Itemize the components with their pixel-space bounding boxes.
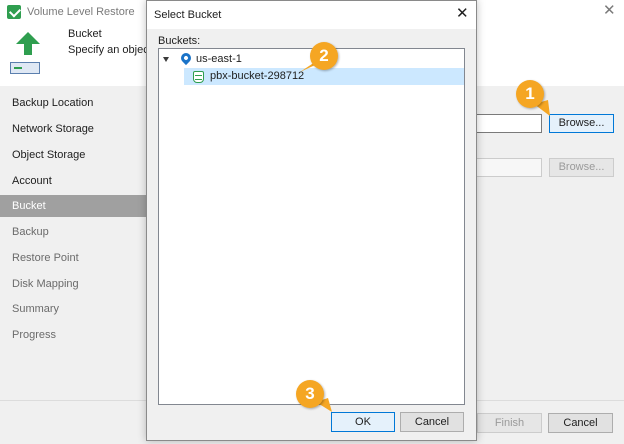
nav-item-backup-location[interactable]: Backup Location (0, 92, 147, 114)
buckets-label: Buckets: (158, 35, 201, 47)
folder-field (470, 158, 542, 177)
step-title: Bucket (68, 28, 102, 40)
restore-icon (7, 5, 21, 19)
nav-item-restore-point: Restore Point (12, 252, 79, 264)
buckets-tree[interactable]: us-east-1 pbx-bucket-298712 (158, 48, 465, 405)
bucket-field[interactable] (470, 114, 542, 133)
nav-item-object-storage[interactable]: Object Storage (0, 144, 147, 166)
browse-button[interactable]: Browse... (549, 114, 614, 133)
tree-node-region[interactable]: us-east-1 (159, 50, 459, 68)
close-icon[interactable]: ✕ (603, 3, 616, 19)
dialog-title: Select Bucket (154, 9, 222, 21)
dialog-cancel-button[interactable]: Cancel (400, 412, 464, 432)
location-pin-icon (178, 50, 194, 66)
nav-item-bucket[interactable]: Bucket (0, 195, 147, 217)
nav-item-account[interactable]: Account (0, 170, 147, 192)
nav-item-disk-mapping: Disk Mapping (12, 278, 79, 290)
nav-item-progress: Progress (12, 329, 57, 341)
dialog-titlebar: Select Bucket ✕ (147, 1, 476, 29)
bucket-icon (193, 71, 204, 83)
marker-1: 1 (516, 80, 544, 108)
browse-folder-button: Browse... (549, 158, 614, 177)
marker-3: 3 (296, 380, 324, 408)
region-label: us-east-1 (196, 53, 242, 65)
wizard-cancel-button[interactable]: Cancel (548, 413, 613, 433)
ok-button[interactable]: OK (331, 412, 395, 432)
bucket-label: pbx-bucket-298712 (210, 70, 305, 82)
wizard-steps-nav: Backup Location Network Storage Object S… (0, 86, 147, 400)
nav-item-backup: Backup (12, 226, 49, 238)
collapse-triangle-icon[interactable] (163, 57, 169, 62)
marker-2: 2 (310, 42, 338, 70)
wizard-title: Volume Level Restore (27, 6, 135, 18)
tree-node-bucket-selected[interactable]: pbx-bucket-298712 (184, 68, 464, 85)
nav-item-summary: Summary (12, 303, 60, 315)
nav-item-network-storage[interactable]: Network Storage (0, 118, 147, 140)
select-bucket-dialog: Select Bucket ✕ Buckets: us-east-1 pbx-b… (146, 0, 477, 441)
volume-restore-icon (10, 32, 40, 76)
finish-button: Finish (477, 413, 542, 433)
close-icon[interactable]: ✕ (456, 6, 469, 22)
